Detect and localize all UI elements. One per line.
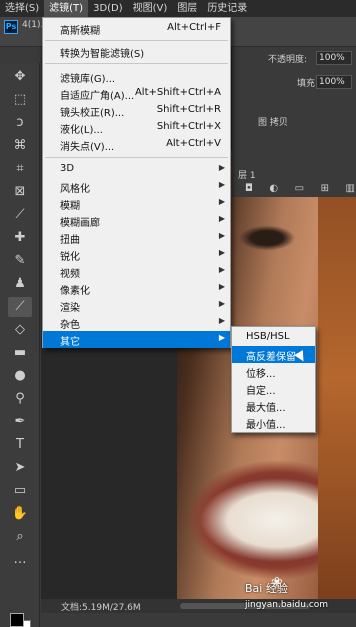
submenu-arrow-icon: ▶ <box>218 265 225 274</box>
other-submenu: HSB/HSL 高反差保留 位移... 自定... 最大值... 最小值... <box>231 326 316 433</box>
submenu-arrow-icon: ▶ <box>218 180 225 189</box>
fill-input[interactable]: 100% <box>316 75 352 89</box>
menu-select[interactable]: 选择(S) <box>0 0 44 17</box>
layer-copy-label: 图 拷贝 <box>258 118 288 128</box>
layer-panel-icons: ◘ ◐ ▭ ⊞ ▥ <box>245 183 355 197</box>
eyedropper-tool-icon[interactable]: ⟋ <box>8 205 32 225</box>
submenu-arrow-icon: ▶ <box>218 214 225 223</box>
menu-separator <box>45 63 228 64</box>
fill-label: 填充: <box>297 79 319 89</box>
submenu-arrow-icon: ▶ <box>218 248 225 257</box>
menu-item-blur[interactable]: 模糊 ▶ <box>43 195 230 212</box>
filter-menu: 高斯模糊 Alt+Ctrl+F 转换为智能滤镜(S) 滤镜库(G)... 自适应… <box>42 17 231 348</box>
document-tab[interactable]: 4(1). <box>22 20 43 30</box>
menu-item-pixelate[interactable]: 像素化 ▶ <box>43 280 230 297</box>
pen-tool-icon[interactable]: ✒ <box>8 412 32 432</box>
photoshop-logo-icon: Ps <box>4 20 18 34</box>
submenu-item-custom[interactable]: 自定... <box>232 380 315 397</box>
clone-stamp-tool-icon[interactable]: ♟ <box>8 274 32 294</box>
trash-icon[interactable]: ▥ <box>346 183 355 197</box>
menu-item-render[interactable]: 渲染 ▶ <box>43 297 230 314</box>
submenu-arrow-icon: ▶ <box>218 316 225 325</box>
menu-item-vanishing-point[interactable]: 消失点(V)... Alt+Ctrl+V <box>43 136 230 153</box>
zoom-tool-icon[interactable]: ⌕ <box>8 527 32 547</box>
submenu-arrow-icon: ▶ <box>218 197 225 206</box>
menu-item-stylize[interactable]: 风格化 ▶ <box>43 178 230 195</box>
submenu-arrow-icon: ▶ <box>218 299 225 308</box>
menu-item-blur-gallery[interactable]: 模糊画廊 ▶ <box>43 212 230 229</box>
menu-filter[interactable]: 滤镜(T) <box>44 0 89 17</box>
eraser-tool-icon[interactable]: ◇ <box>8 320 32 340</box>
menu-item-liquify[interactable]: 液化(L)... Shift+Ctrl+X <box>43 119 230 136</box>
menu-item-other[interactable]: 其它 ▶ <box>43 331 230 348</box>
panel-tab-history[interactable]: 历史记录 <box>202 0 252 17</box>
healing-brush-tool-icon[interactable]: ✚ <box>8 228 32 248</box>
submenu-item-minimum[interactable]: 最小值... <box>232 414 315 431</box>
menu-item-video[interactable]: 视频 ▶ <box>43 263 230 280</box>
menu-item-distort[interactable]: 扭曲 ▶ <box>43 229 230 246</box>
submenu-item-offset[interactable]: 位移... <box>232 363 315 380</box>
rectangle-tool-icon[interactable]: ▭ <box>8 481 32 501</box>
menu-item-adaptive-wide-angle[interactable]: 自适应广角(A)... Alt+Shift+Ctrl+A <box>43 85 230 102</box>
opacity-input[interactable]: 100% <box>316 51 352 65</box>
more-tools-icon[interactable]: … <box>8 550 32 570</box>
submenu-item-maximum[interactable]: 最大值... <box>232 397 315 414</box>
menu-separator <box>45 40 228 41</box>
layer-1-label: 层 1 <box>238 171 256 181</box>
menu-bar: 选择(S) 滤镜(T) 3D(D) 视图(V) 图层 历史记录 <box>0 0 356 17</box>
mask-icon[interactable]: ◘ <box>245 183 253 197</box>
foreground-color-swatch[interactable] <box>10 613 24 627</box>
adjustment-icon[interactable]: ◐ <box>269 183 278 197</box>
menu-item-3d[interactable]: 3D ▶ <box>43 161 230 178</box>
history-brush-tool-icon[interactable]: ⟋ <box>8 297 32 317</box>
menu-item-filter-gallery[interactable]: 滤镜库(G)... <box>43 68 230 85</box>
lasso-tool-icon[interactable]: ↄ <box>8 113 32 133</box>
move-tool-icon[interactable]: ✥ <box>8 67 32 87</box>
menu-item-noise[interactable]: 杂色 ▶ <box>43 314 230 331</box>
quick-select-tool-icon[interactable]: ⌘ <box>8 136 32 156</box>
crop-tool-icon[interactable]: ⌗ <box>8 159 32 179</box>
menu-3d[interactable]: 3D(D) <box>88 0 128 17</box>
new-layer-icon[interactable]: ⊞ <box>321 183 329 197</box>
submenu-arrow-icon: ▶ <box>218 231 225 240</box>
watermark-url: jingyan.baidu.com <box>245 600 329 610</box>
hand-tool-icon[interactable]: ✋ <box>8 504 32 524</box>
frame-tool-icon[interactable]: ⊠ <box>8 182 32 202</box>
submenu-item-hsb-hsl[interactable]: HSB/HSL <box>232 329 315 346</box>
panel-tab-layers[interactable]: 图层 <box>172 0 202 17</box>
type-tool-icon[interactable]: T <box>8 435 32 455</box>
document-size-info: 文档:5.19M/27.6M <box>61 603 141 613</box>
folder-icon[interactable]: ▭ <box>295 183 304 197</box>
portrait-hair <box>318 150 356 607</box>
menu-view[interactable]: 视图(V) <box>128 0 173 17</box>
dodge-tool-icon[interactable]: ⚲ <box>8 389 32 409</box>
gradient-tool-icon[interactable]: ▬ <box>8 343 32 363</box>
path-select-tool-icon[interactable]: ➤ <box>8 458 32 478</box>
brush-tool-icon[interactable]: ✎ <box>8 251 32 271</box>
blur-tool-icon[interactable]: ● <box>8 366 32 386</box>
menu-separator <box>45 157 228 158</box>
marquee-tool-icon[interactable]: ⬚ <box>8 90 32 110</box>
menu-item-smart-filter[interactable]: 转换为智能滤镜(S) <box>43 43 230 60</box>
menu-item-sharpen[interactable]: 锐化 ▶ <box>43 246 230 263</box>
opacity-label: 不透明度: <box>268 55 308 65</box>
submenu-arrow-icon: ▶ <box>218 163 225 172</box>
watermark-brand: Bai 经验 <box>245 582 288 595</box>
menu-item-lens-correction[interactable]: 镜头校正(R)... Shift+Ctrl+R <box>43 102 230 119</box>
tools-panel: ✥ ⬚ ↄ ⌘ ⌗ ⊠ ⟋ ✚ ✎ ♟ ⟋ ◇ ▬ ● ⚲ ✒ T ➤ ▭ ✋ … <box>0 63 40 627</box>
menu-item-gaussian-blur[interactable]: 高斯模糊 Alt+Ctrl+F <box>43 20 230 37</box>
submenu-arrow-icon: ▶ <box>218 282 225 291</box>
submenu-arrow-icon: ▶ <box>218 333 225 342</box>
